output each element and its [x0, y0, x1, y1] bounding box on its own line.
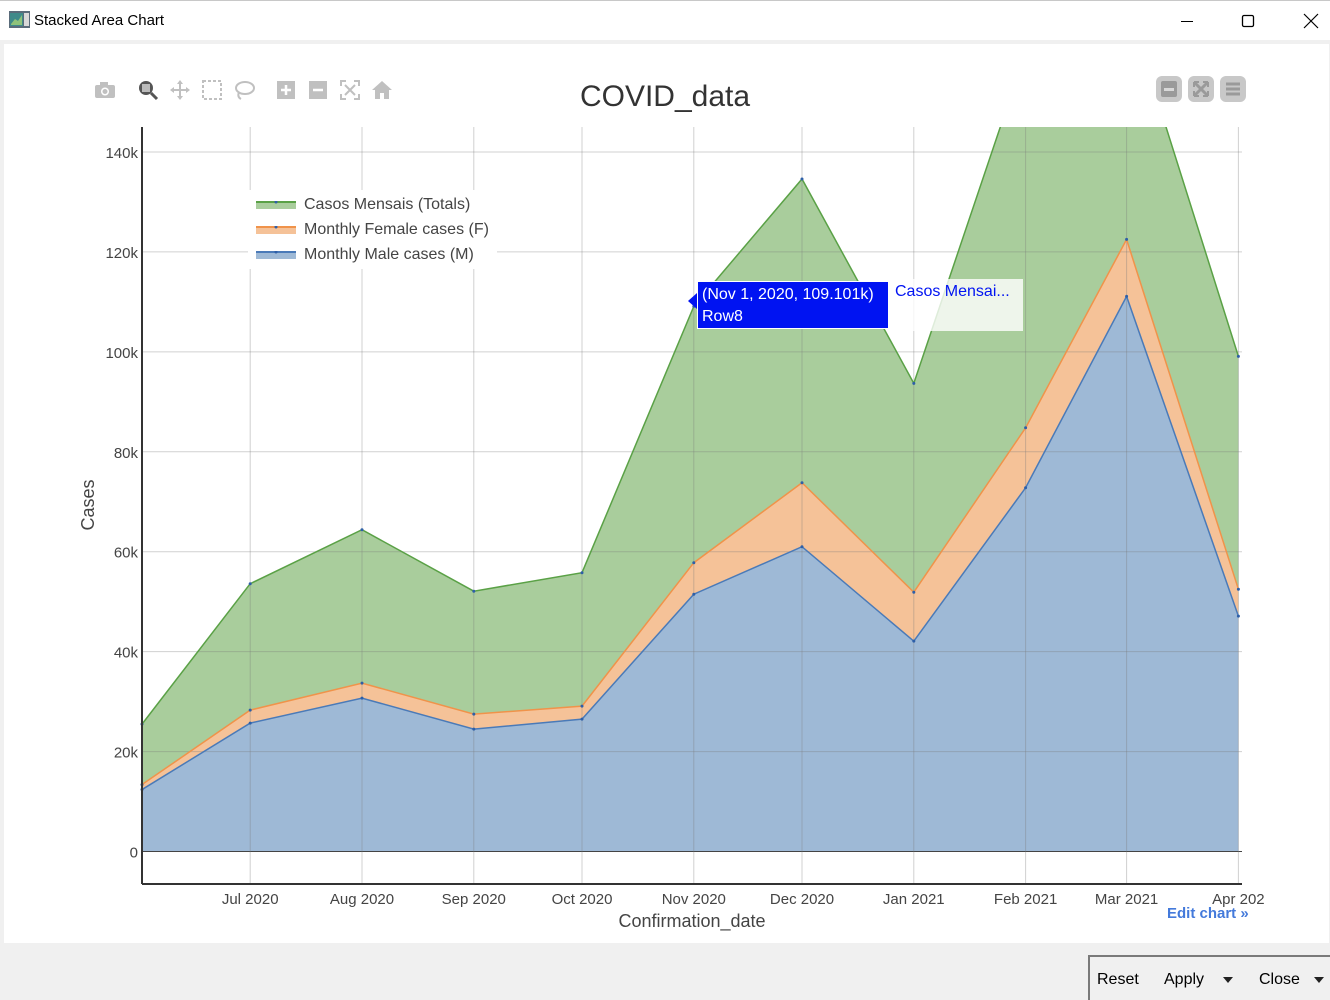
edit-chart-link[interactable]: Edit chart » — [1167, 905, 1249, 922]
zoom-out-button[interactable] — [306, 78, 330, 102]
data-point-male — [912, 639, 916, 643]
camera-icon — [95, 82, 115, 98]
apply-button[interactable]: Apply — [1164, 971, 1204, 989]
autoscale-button[interactable] — [338, 78, 362, 102]
data-point-male — [472, 727, 476, 731]
home-icon — [372, 81, 392, 99]
legend-item-totals[interactable]: Casos Mensais (Totals) — [256, 192, 489, 217]
data-point-male — [580, 717, 584, 721]
legend-item-female[interactable]: Monthly Female cases (F) — [256, 217, 489, 242]
data-point-totals — [248, 582, 252, 586]
fullscreen-icon — [1192, 80, 1210, 98]
zoom-out-icon — [309, 81, 327, 99]
y-tick-label: 100k — [105, 345, 138, 362]
lasso-select-button[interactable] — [232, 78, 256, 102]
tooltip-row: Row8 — [702, 308, 743, 325]
tooltip-series-name: Casos Mensai... — [890, 279, 1023, 331]
autoscale-icon — [340, 80, 360, 100]
collapse-button[interactable] — [1156, 76, 1182, 102]
x-tick-label: Jul 2020 — [222, 891, 279, 908]
y-tick-label: 120k — [105, 245, 138, 262]
reset-axes-button[interactable] — [370, 78, 394, 102]
y-tick-label: 60k — [114, 545, 139, 562]
lasso-select-icon — [235, 81, 255, 100]
x-tick-label: Aug 2020 — [330, 891, 394, 908]
y-tick-label: 80k — [114, 445, 139, 462]
data-point-female — [360, 681, 364, 685]
download-png-button[interactable] — [93, 78, 117, 102]
x-tick-label: Jan 2021 — [883, 891, 945, 908]
data-point-female — [1125, 237, 1129, 241]
legend-label: Monthly Male cases (M) — [304, 245, 474, 263]
zoom-button[interactable] — [136, 78, 160, 102]
zoom-icon — [139, 81, 159, 101]
close-dialog-button[interactable]: Close — [1259, 971, 1300, 989]
x-tick-label: Sep 2020 — [442, 891, 506, 908]
stacked-area-chart[interactable]: 0 20k 40k 60k 80k 100k 120k 140k Jul 2020 Aug 202… — [0, 0, 1330, 1000]
data-point-female — [1236, 587, 1240, 591]
box-select-icon — [202, 80, 222, 100]
dialog-button-bar: Reset Apply Close — [1088, 955, 1330, 1000]
zoom-in-icon — [277, 81, 295, 99]
data-point-totals — [360, 528, 364, 532]
data-point-female — [472, 712, 476, 716]
x-tick-label: Nov 2020 — [662, 891, 726, 908]
pan-button[interactable] — [168, 78, 192, 102]
pan-icon — [170, 80, 190, 100]
y-tick-label: 140k — [105, 145, 138, 162]
y-tick-label: 40k — [114, 645, 139, 662]
y-tick-label: 20k — [114, 745, 139, 762]
data-point-male — [1236, 614, 1240, 618]
y-axis-title: Cases — [78, 479, 98, 530]
menu-button[interactable] — [1220, 76, 1246, 102]
data-point-totals — [1236, 354, 1240, 358]
x-tick-label: Mar 2021 — [1095, 891, 1158, 908]
legend-swatch-totals — [256, 200, 296, 209]
legend-swatch-female — [256, 225, 296, 234]
x-tick-label: Dec 2020 — [770, 891, 834, 908]
data-point-male — [1024, 486, 1028, 490]
data-point-male — [800, 545, 804, 549]
legend-label: Monthly Female cases (F) — [304, 220, 489, 238]
zoom-in-button[interactable] — [274, 78, 298, 102]
legend-swatch-male — [256, 250, 296, 259]
x-tick-label: Feb 2021 — [994, 891, 1057, 908]
data-point-female — [912, 590, 916, 594]
menu-icon — [1226, 82, 1240, 96]
data-point-female — [248, 708, 252, 712]
fullscreen-button[interactable] — [1188, 76, 1214, 102]
data-point-totals — [912, 381, 916, 385]
collapse-icon — [1161, 81, 1177, 97]
data-point-female — [800, 481, 804, 485]
data-point-male — [360, 696, 364, 700]
tooltip-value: (Nov 1, 2020, 109.101k) — [702, 286, 874, 303]
tooltip-arrow — [688, 293, 697, 309]
legend-item-male[interactable]: Monthly Male cases (M) — [256, 242, 489, 267]
data-point-male — [1125, 294, 1129, 298]
data-point-female — [580, 704, 584, 708]
y-tick-label: 0 — [130, 845, 138, 862]
hover-tooltip: (Nov 1, 2020, 109.101k) Row8 — [697, 281, 889, 329]
data-point-totals — [472, 589, 476, 593]
reset-button[interactable]: Reset — [1097, 971, 1139, 989]
x-axis-title: Confirmation_date — [618, 911, 765, 932]
box-select-button[interactable] — [200, 78, 224, 102]
data-point-totals — [580, 571, 584, 575]
close-dropdown-icon[interactable] — [1314, 977, 1324, 983]
data-point-male — [248, 721, 252, 725]
chart-legend: Casos Mensais (Totals) Monthly Female ca… — [248, 190, 497, 269]
data-point-female — [692, 561, 696, 565]
x-tick-label: Oct 2020 — [552, 891, 613, 908]
legend-label: Casos Mensais (Totals) — [304, 195, 471, 213]
data-point-female — [1024, 426, 1028, 430]
data-point-male — [692, 592, 696, 596]
data-point-totals — [800, 177, 804, 181]
apply-dropdown-icon[interactable] — [1223, 977, 1233, 983]
